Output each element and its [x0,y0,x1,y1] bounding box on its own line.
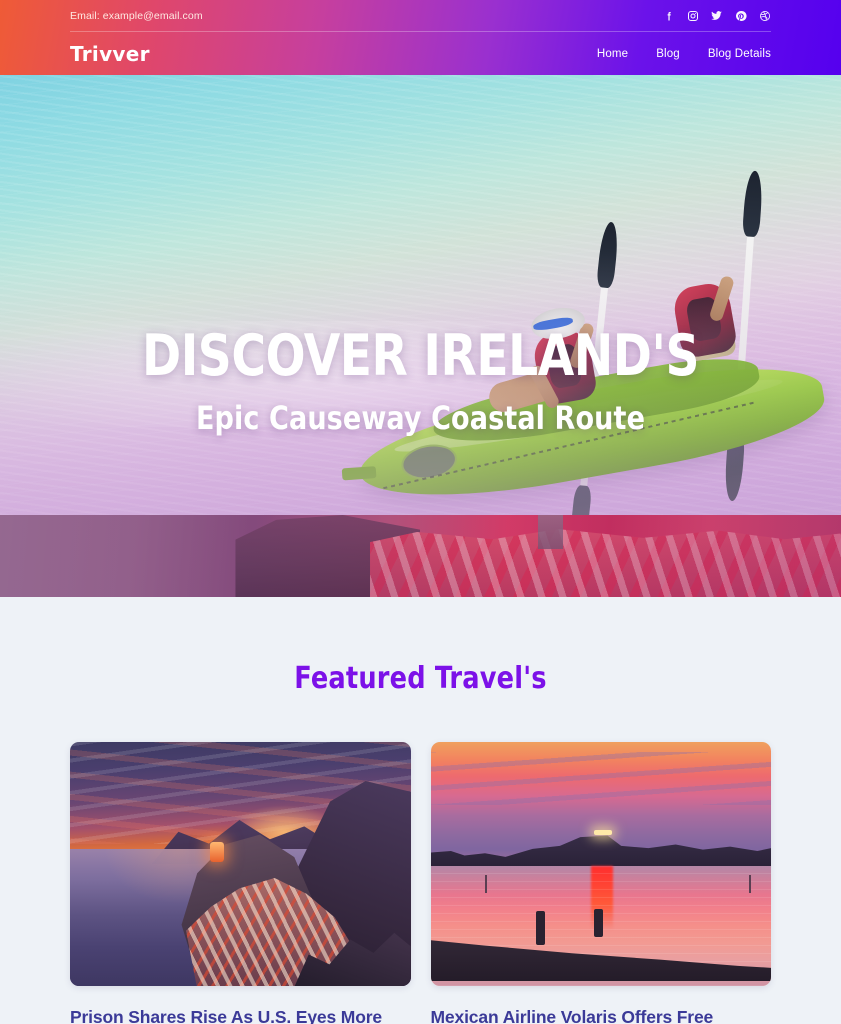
hero-image [0,75,841,515]
card2-post-thin-left [484,875,487,894]
card1-tower-light [209,842,224,863]
kayak-bow-tip [341,466,377,481]
main-navigation: Trivver Home Blog Blog Details [70,32,771,75]
card-thumbnail[interactable] [70,742,411,986]
facebook-icon[interactable] [662,9,675,22]
hero-subtitle: Epic Causeway Coastal Route [195,399,646,438]
site-logo[interactable]: Trivver [70,42,150,66]
card-thumbnail[interactable] [430,742,771,986]
site-header: Email: example@email.com Trivver Home Bl… [0,0,841,75]
section-heading: Featured Travel's [294,661,547,696]
instagram-icon[interactable] [686,9,699,22]
utility-bar: Email: example@email.com [70,0,771,31]
nav-item-blog[interactable]: Blog [656,48,680,60]
featured-travels-section: Featured Travel's Prison Shares Rise As … [0,597,841,1024]
hero-slider[interactable]: DISCOVER IRELAND'S Epic Causeway Coastal… [0,75,841,515]
nav-links: Home Blog Blog Details [597,48,771,60]
strip-image [0,515,841,597]
dribbble-icon[interactable] [758,9,771,22]
featured-card[interactable]: Prison Shares Rise As U.S. Eyes More Mig… [70,742,411,1024]
card2-pier-post-right [593,909,603,938]
social-links [662,9,771,22]
hero-title: DISCOVER IRELAND'S [141,323,699,389]
hero-caption: DISCOVER IRELAND'S Epic Causeway Coastal… [0,327,841,437]
card2-post-thin-right [748,875,751,894]
hero-next-slide-strip[interactable] [0,515,841,597]
contact-email-label: Email: example@email.com [70,9,203,22]
nav-item-home[interactable]: Home [597,48,628,60]
nav-item-blog-details[interactable]: Blog Details [708,48,771,60]
card2-cloud-streaks [430,751,771,806]
strip-color-overlay [0,515,841,597]
featured-cards-grid: Prison Shares Rise As U.S. Eyes More Mig… [0,742,841,1024]
card2-building-light [593,829,612,835]
card2-pier-post-left [536,910,546,945]
card-title[interactable]: Mexican Airline Volaris Offers Free Flig… [431,1006,772,1024]
card-title[interactable]: Prison Shares Rise As U.S. Eyes More Mig… [70,1006,411,1024]
twitter-icon[interactable] [710,9,723,22]
featured-card[interactable]: Mexican Airline Volaris Offers Free Flig… [430,742,772,1024]
pinterest-icon[interactable] [734,9,747,22]
